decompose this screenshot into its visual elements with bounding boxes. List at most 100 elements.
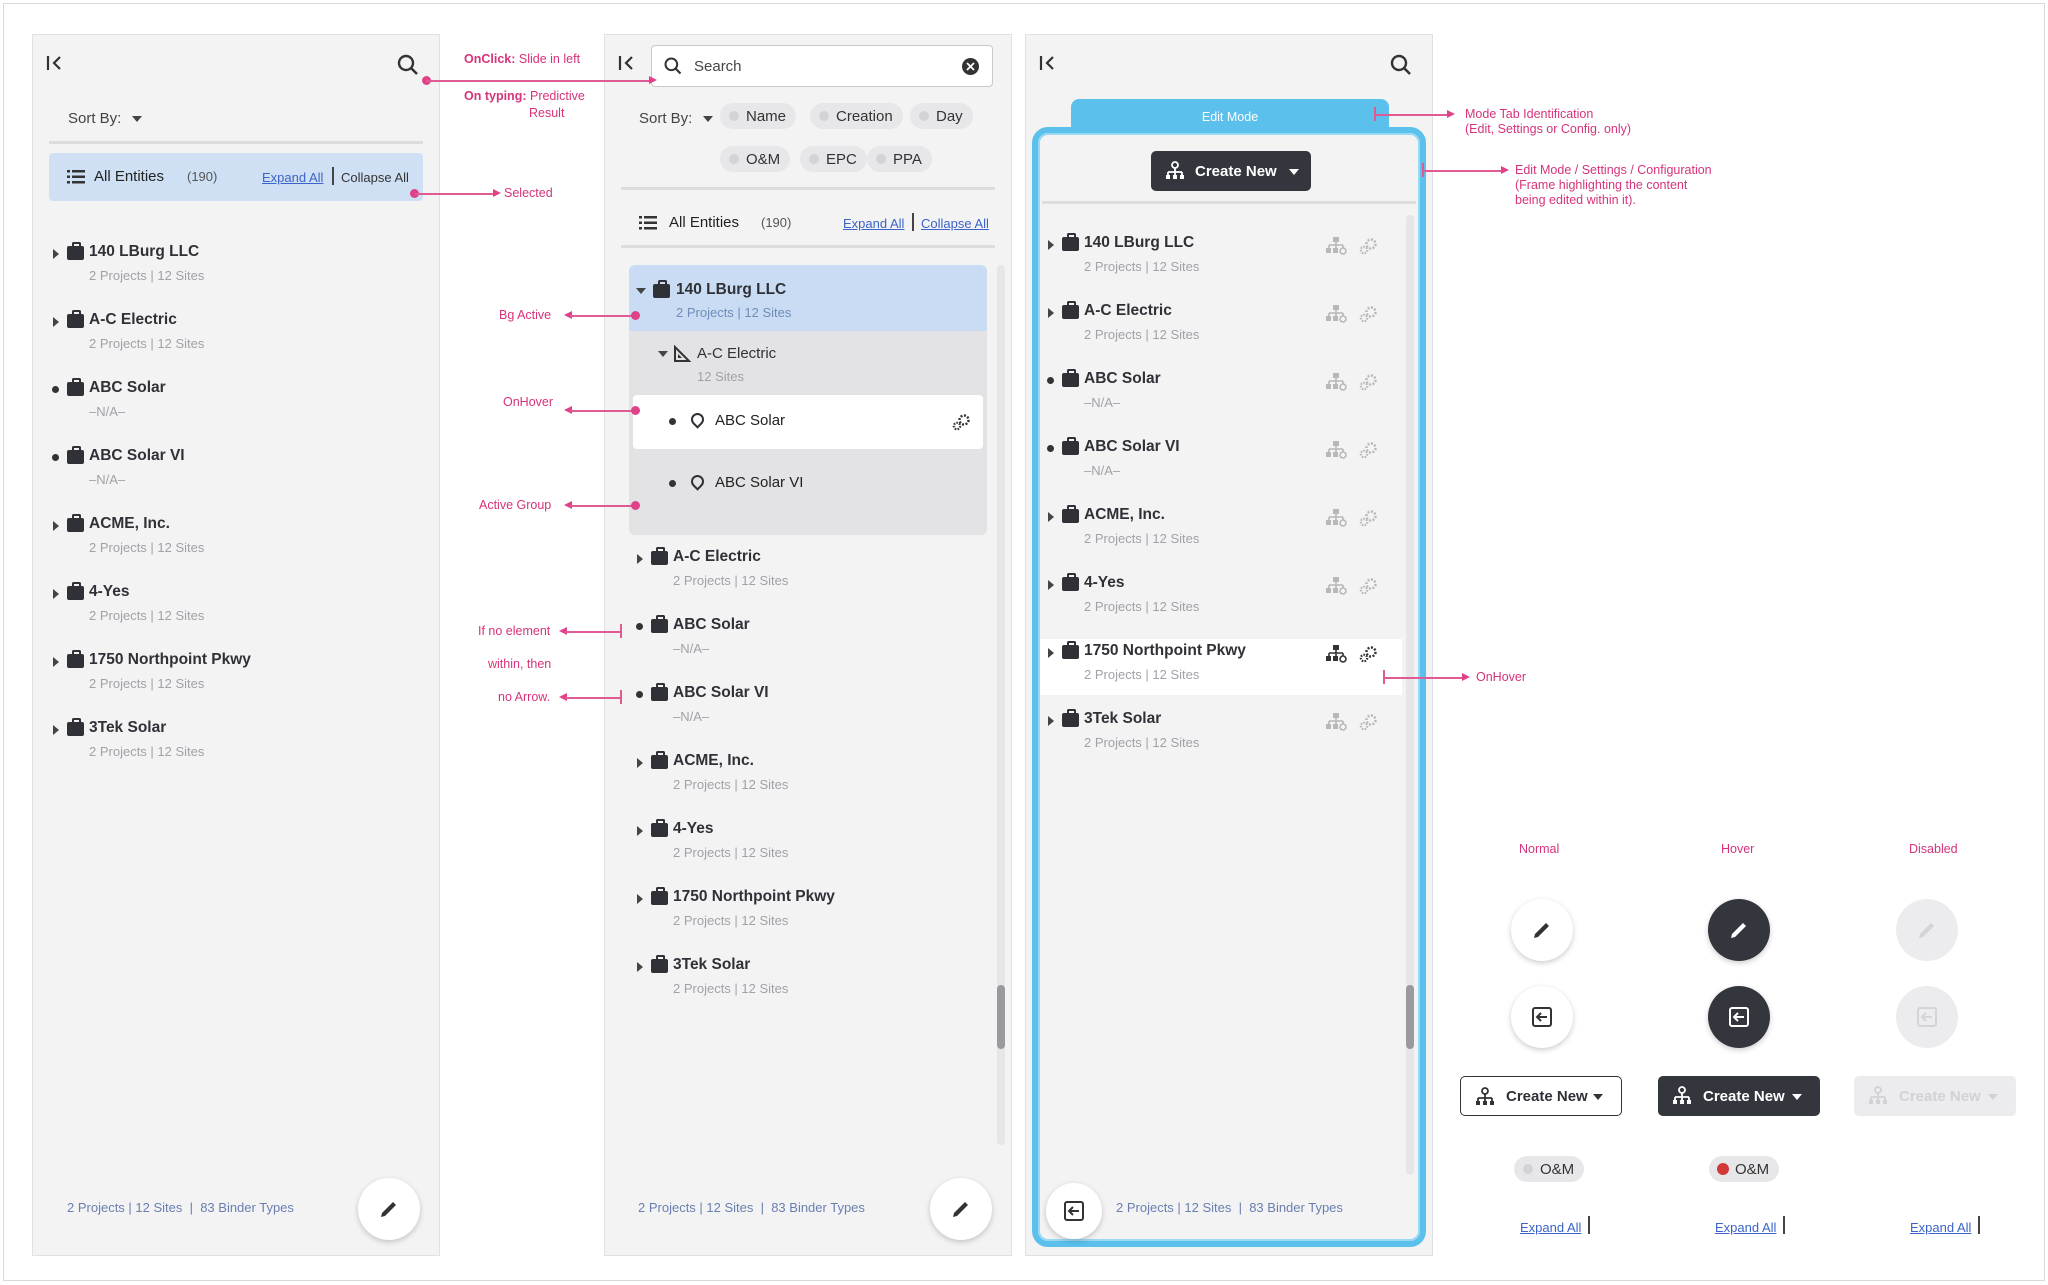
remove-chip-icon[interactable]	[1717, 1163, 1729, 1175]
caret-right-icon[interactable]	[637, 962, 643, 972]
expand-all-normal[interactable]: Expand All	[1520, 1220, 1581, 1235]
hierarchy-settings-icon[interactable]	[1326, 441, 1348, 464]
entity-row[interactable]: ABC Solar VI –N/A–	[45, 444, 425, 500]
chip-name[interactable]: Name	[720, 103, 797, 129]
caret-right-icon[interactable]	[53, 725, 59, 735]
hierarchy-settings-icon[interactable]	[1326, 645, 1348, 668]
entity-row[interactable]: ACME, Inc. 2 Projects | 12 Sites	[1040, 503, 1402, 559]
hierarchy-settings-icon[interactable]	[1326, 237, 1348, 260]
edit-button-normal[interactable]	[1511, 899, 1573, 961]
settings-gears-icon[interactable]	[1358, 577, 1378, 600]
exit-button-normal[interactable]	[1511, 986, 1573, 1048]
entity-row[interactable]: ABC Solar –N/A–	[45, 376, 425, 432]
entity-row[interactable]: 4-Yes 2 Projects | 12 Sites	[629, 817, 987, 873]
collapse-panel-icon[interactable]	[45, 53, 65, 73]
caret-right-icon[interactable]	[53, 657, 59, 667]
edit-button[interactable]	[358, 1178, 420, 1240]
entity-row[interactable]: 3Tek Solar 2 Projects | 12 Sites	[1040, 707, 1402, 763]
scrollbar[interactable]	[1406, 215, 1414, 1175]
entity-row[interactable]: ABC Solar VI –N/A–	[629, 681, 987, 737]
caret-right-icon[interactable]	[1048, 240, 1054, 250]
hierarchy-settings-icon[interactable]	[1326, 577, 1348, 600]
caret-right-icon[interactable]	[1048, 648, 1054, 658]
entity-row[interactable]: ACME, Inc. 2 Projects | 12 Sites	[629, 749, 987, 805]
caret-right-icon[interactable]	[53, 521, 59, 531]
caret-right-icon[interactable]	[1048, 580, 1054, 590]
create-new-button[interactable]: Create New	[1151, 151, 1311, 191]
hierarchy-settings-icon[interactable]	[1326, 713, 1348, 736]
entity-row[interactable]: 4-Yes 2 Projects | 12 Sites	[1040, 571, 1402, 627]
expand-all-link[interactable]: Expand All	[843, 216, 904, 231]
chip-epc[interactable]: EPC	[800, 146, 867, 172]
scrollbar[interactable]	[997, 265, 1005, 1145]
scrollbar-thumb[interactable]	[997, 985, 1005, 1049]
entity-row[interactable]: ABC Solar –N/A–	[1040, 367, 1402, 423]
settings-gears-icon[interactable]	[1358, 305, 1378, 328]
search-icon[interactable]	[1389, 53, 1413, 77]
entity-row[interactable]: ABC Solar VI –N/A–	[1040, 435, 1402, 491]
hierarchy-settings-icon[interactable]	[1326, 509, 1348, 532]
entity-row[interactable]: 140 LBurg LLC 2 Projects | 12 Sites	[45, 240, 425, 296]
collapse-panel-icon[interactable]	[1038, 53, 1058, 73]
settings-gears-icon[interactable]	[1358, 713, 1378, 736]
caret-right-icon[interactable]	[53, 249, 59, 259]
search-field[interactable]: Search	[651, 45, 993, 87]
caret-right-icon[interactable]	[1048, 716, 1054, 726]
caret-right-icon[interactable]	[53, 317, 59, 327]
entity-row[interactable]: A-C Electric 2 Projects | 12 Sites	[45, 308, 425, 364]
all-entities-row[interactable]: All Entities (190) Expand All Collapse A…	[49, 153, 423, 201]
entity-row-active[interactable]: 140 LBurg LLC 2 Projects | 12 Sites	[629, 265, 987, 331]
collapse-panel-icon[interactable]	[617, 53, 637, 73]
search-icon[interactable]	[396, 53, 420, 77]
expand-all-hover[interactable]: Expand All	[1715, 1220, 1776, 1235]
caret-right-icon[interactable]	[637, 826, 643, 836]
clear-search-icon[interactable]	[962, 58, 979, 75]
chip-om-hover[interactable]: O&M	[1709, 1156, 1780, 1182]
caret-right-icon[interactable]	[637, 554, 643, 564]
create-new-button-normal[interactable]: Create New	[1460, 1076, 1622, 1116]
settings-gears-icon[interactable]	[1358, 645, 1378, 668]
chip-om-normal[interactable]: O&M	[1514, 1156, 1585, 1182]
entity-row[interactable]: 1750 Northpoint Pkwy 2 Projects | 12 Site…	[629, 885, 987, 941]
edit-button-hover[interactable]	[1708, 899, 1770, 961]
settings-gears-icon[interactable]	[1358, 237, 1378, 260]
sort-by-dropdown[interactable]: Sort By:	[68, 110, 142, 127]
entity-row[interactable]: ACME, Inc. 2 Projects | 12 Sites	[45, 512, 425, 568]
exit-button-hover[interactable]	[1708, 986, 1770, 1048]
site-row-hover[interactable]: ABC Solar	[633, 395, 983, 449]
edit-button[interactable]	[930, 1178, 992, 1240]
hierarchy-settings-icon[interactable]	[1326, 373, 1348, 396]
hierarchy-settings-icon[interactable]	[1326, 305, 1348, 328]
settings-gears-icon[interactable]	[951, 413, 971, 431]
expand-all-link[interactable]: Expand All	[262, 170, 323, 185]
entity-row[interactable]: 1750 Northpoint Pkwy 2 Projects | 12 Site…	[1040, 639, 1402, 695]
entity-row[interactable]: 3Tek Solar 2 Projects | 12 Sites	[45, 716, 425, 772]
caret-right-icon[interactable]	[1048, 512, 1054, 522]
caret-right-icon[interactable]	[1048, 308, 1054, 318]
entity-row[interactable]: A-C Electric 2 Projects | 12 Sites	[629, 545, 987, 601]
entity-row[interactable]: ABC Solar –N/A–	[629, 613, 987, 669]
sort-by-dropdown[interactable]: Sort By:	[639, 110, 713, 127]
settings-gears-icon[interactable]	[1358, 373, 1378, 396]
caret-right-icon[interactable]	[637, 894, 643, 904]
entity-row[interactable]: 140 LBurg LLC 2 Projects | 12 Sites	[1040, 231, 1402, 287]
entity-row[interactable]: A-C Electric 2 Projects | 12 Sites	[1040, 299, 1402, 355]
settings-gears-icon[interactable]	[1358, 509, 1378, 532]
caret-right-icon[interactable]	[637, 758, 643, 768]
entity-row[interactable]: 1750 Northpoint Pkwy 2 Projects | 12 Site…	[45, 648, 425, 704]
collapse-all-link[interactable]: Collapse All	[341, 170, 409, 185]
chip-creation[interactable]: Creation	[810, 103, 903, 129]
all-entities-row[interactable]: All Entities (190) Expand All Collapse A…	[621, 203, 995, 243]
chip-ppa[interactable]: PPA	[867, 146, 932, 172]
entity-row[interactable]: 4-Yes 2 Projects | 12 Sites	[45, 580, 425, 636]
settings-gears-icon[interactable]	[1358, 441, 1378, 464]
site-row[interactable]: ABC Solar VI	[633, 457, 983, 511]
caret-right-icon[interactable]	[53, 589, 59, 599]
collapse-all-link[interactable]: Collapse All	[921, 216, 989, 231]
chip-om[interactable]: O&M	[720, 146, 791, 172]
entity-row[interactable]: 3Tek Solar 2 Projects | 12 Sites	[629, 953, 987, 1009]
exit-edit-button[interactable]	[1046, 1183, 1102, 1239]
scrollbar-thumb[interactable]	[1406, 985, 1414, 1049]
create-new-button-hover[interactable]: Create New	[1658, 1076, 1820, 1116]
chip-day[interactable]: Day	[910, 103, 973, 129]
